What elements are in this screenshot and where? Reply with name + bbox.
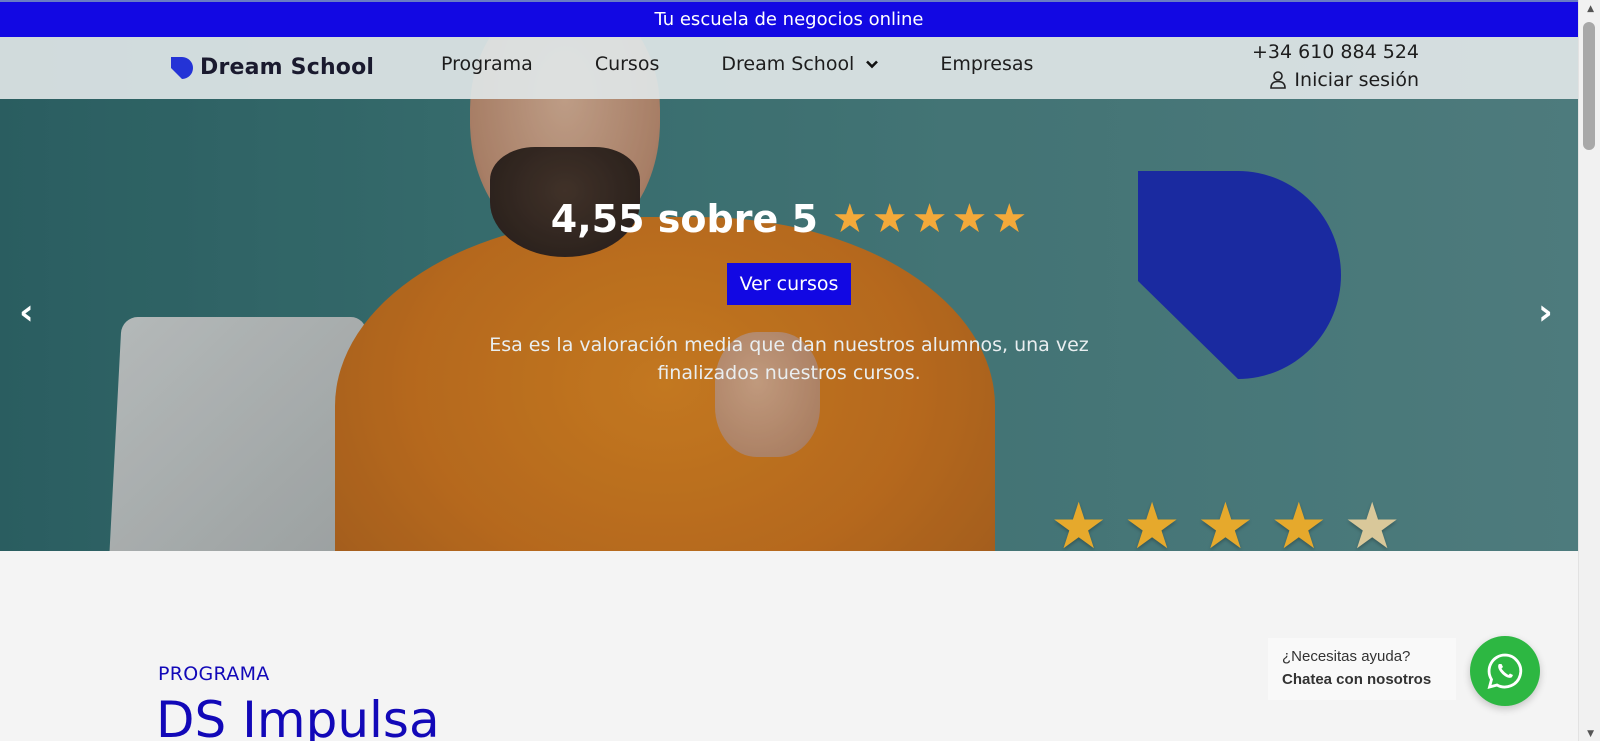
nav-label: Cursos	[594, 53, 660, 75]
rating-stars: ★ ★ ★ ★ ★	[832, 199, 1027, 239]
slider-prev-arrow-icon[interactable]: ‹	[19, 292, 34, 333]
hero-content: 4,55 sobre 5 ★ ★ ★ ★ ★ Ver cursos Esa es…	[0, 197, 1578, 387]
star-icon: ★	[831, 196, 868, 242]
scrollbar[interactable]: ▲ ▼	[1578, 0, 1600, 741]
whatsapp-button[interactable]	[1470, 636, 1540, 706]
logo-icon	[171, 56, 193, 79]
brand-logo[interactable]: Dream School	[170, 55, 374, 80]
login-label: Iniciar sesión	[1294, 69, 1419, 91]
nav-label: Empresas	[940, 53, 1034, 75]
help-question: ¿Necesitas ayuda?	[1282, 648, 1411, 665]
brand-name: Dream School	[200, 55, 375, 80]
site-header: Dream School Programa Cursos Dream Schoo…	[0, 37, 1578, 99]
hero-slider: ★ ★ ★ ★ ★ 4,55 sobre 5 ★ ★ ★ ★ ★ Ver cur…	[0, 37, 1578, 551]
scrollbar-thumb[interactable]	[1583, 22, 1595, 150]
rating-text: 4,55 sobre 5	[550, 197, 818, 241]
nav-item-dream-school[interactable]: Dream School	[721, 53, 879, 75]
bg-star-icon: ★	[1123, 490, 1181, 551]
bg-star-icon: ★	[1270, 490, 1328, 551]
ver-cursos-button[interactable]: Ver cursos	[726, 263, 852, 305]
scroll-up-icon[interactable]: ▲	[1587, 4, 1594, 14]
nav-item-cursos[interactable]: Cursos	[595, 53, 660, 75]
slider-next-arrow-icon[interactable]: ›	[1538, 292, 1553, 333]
chevron-down-icon	[866, 60, 879, 68]
section-eyebrow: PROGRAMA	[158, 663, 270, 685]
announcement-text: Tu escuela de negocios online	[654, 9, 924, 30]
login-link[interactable]: Iniciar sesión	[1270, 69, 1419, 91]
announcement-bar: Tu escuela de negocios online	[0, 0, 1578, 37]
help-bubble[interactable]: ¿Necesitas ayuda? Chatea con nosotros	[1268, 638, 1456, 700]
star-icon: ★	[911, 196, 948, 242]
bg-star-icon: ★	[1343, 490, 1401, 551]
star-icon: ★	[991, 196, 1028, 242]
hero-background-stars: ★ ★ ★ ★ ★	[1050, 495, 1401, 551]
help-cta: Chatea con nosotros	[1282, 671, 1432, 688]
nav-item-empresas[interactable]: Empresas	[940, 53, 1033, 75]
nav-item-programa[interactable]: Programa	[441, 53, 533, 75]
phone-link[interactable]: +34 610 884 524	[1252, 41, 1419, 63]
whatsapp-icon	[1487, 653, 1523, 689]
user-icon	[1270, 71, 1287, 89]
scroll-down-icon[interactable]: ▼	[1587, 729, 1594, 739]
main-nav: Programa Cursos Dream School Empresas	[441, 53, 1095, 75]
star-icon: ★	[871, 196, 908, 242]
bg-star-icon: ★	[1196, 490, 1255, 551]
nav-label: Programa	[441, 53, 533, 75]
nav-label: Dream School	[721, 53, 855, 75]
star-icon: ★	[951, 196, 988, 242]
hero-description: Esa es la valoración media que dan nuest…	[489, 334, 1089, 384]
section-title: DS Impulsa	[156, 691, 440, 741]
rating-line: 4,55 sobre 5 ★ ★ ★ ★ ★	[0, 197, 1578, 241]
bg-star-icon: ★	[1050, 490, 1108, 551]
